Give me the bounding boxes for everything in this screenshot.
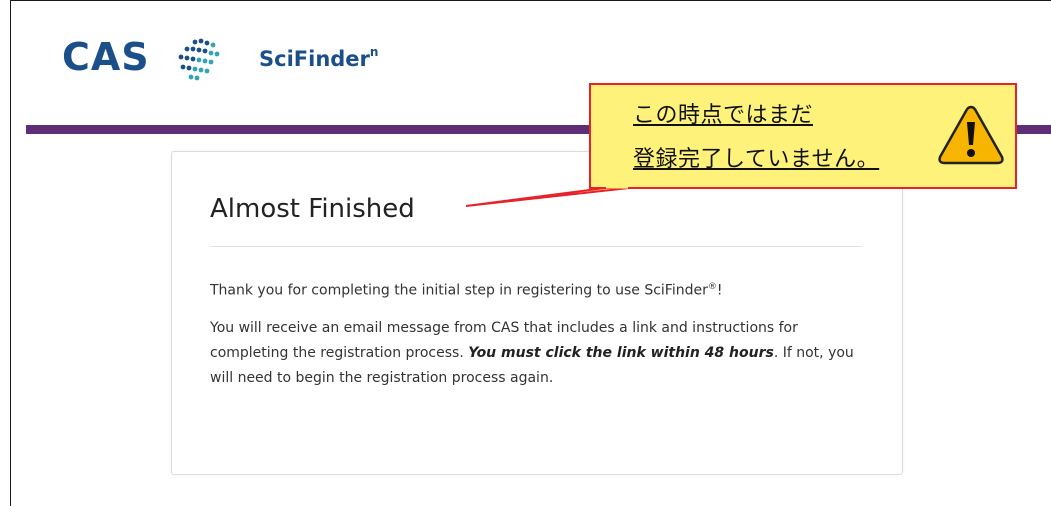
thank-you-end: ! <box>716 282 723 299</box>
registration-card: Almost Finished Thank you for completing… <box>171 151 903 475</box>
product-superscript: n <box>369 45 379 59</box>
callout-line-1: この時点ではまだ <box>633 103 814 128</box>
screenshot-frame: CAS SciFindern Almost Finished Thank you… <box>10 0 1051 506</box>
page-title: Almost Finished <box>210 194 415 224</box>
instructions-message: You will receive an email message from C… <box>210 316 860 391</box>
instructions-emphasis: You must click the link within 48 hours <box>468 345 774 361</box>
warning-callout: この時点ではまだ 登録完了していません。 <box>589 83 1017 189</box>
title-divider <box>210 246 862 247</box>
thank-you-text: Thank you for completing the initial ste… <box>210 282 708 299</box>
cas-logo-text: CAS <box>62 35 150 79</box>
cas-molecule-icon <box>178 38 220 81</box>
callout-line-2: 登録完了していません。 <box>633 147 880 172</box>
registered-mark: ® <box>707 282 717 292</box>
product-name-text: SciFinder <box>259 47 370 71</box>
product-name: SciFindern <box>259 45 379 71</box>
thank-you-message: Thank you for completing the initial ste… <box>210 276 860 302</box>
warning-icon <box>938 105 1004 165</box>
